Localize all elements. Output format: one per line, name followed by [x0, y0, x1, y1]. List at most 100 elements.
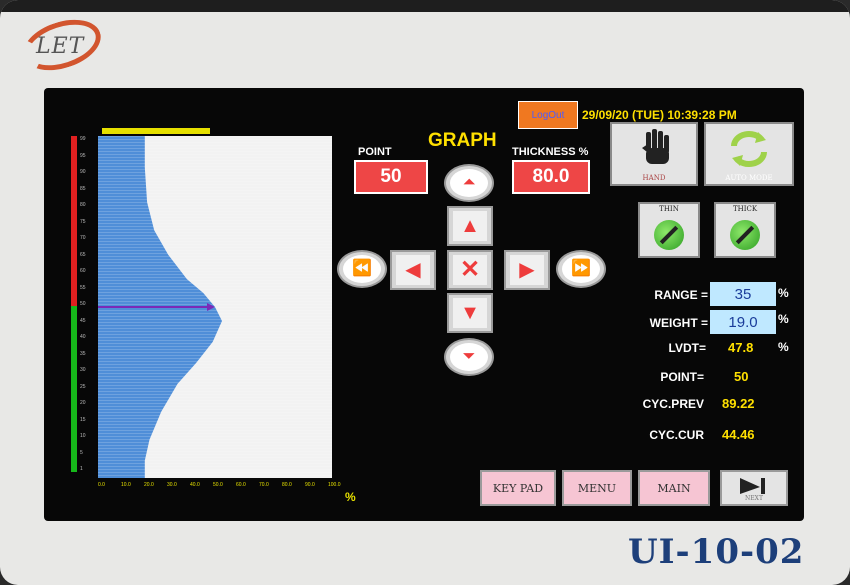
- x-tick-label: 60.0: [236, 482, 246, 488]
- left-button[interactable]: ◀: [390, 250, 436, 290]
- x-tick-label: 100.0: [328, 482, 341, 488]
- hmi-screen: 99 95 90 85 80 75 70 65 60 55 50 45 40 35 30 25 20 15 10 5 1…: [44, 88, 804, 521]
- bezel-top-edge: [0, 0, 850, 12]
- y-tick-label: 50: [80, 301, 86, 307]
- cyc-cur-value: 44.46: [722, 427, 755, 442]
- vertical-level-gauge: [71, 136, 77, 472]
- lvdt-value: 47.8: [728, 340, 754, 355]
- lvdt-label: LVDT=: [668, 341, 706, 355]
- brand-logo: LET: [16, 10, 108, 80]
- double-chevron-up-icon: ⏶: [462, 174, 476, 191]
- double-chevron-down-icon: ⏷: [462, 348, 476, 365]
- y-tick-label: 75: [80, 218, 86, 225]
- thick-label: THICK: [732, 205, 758, 213]
- logout-button[interactable]: LogOut: [518, 101, 578, 129]
- range-label: RANGE =: [654, 288, 708, 302]
- thick-indicator-icon: [730, 220, 760, 250]
- main-button[interactable]: MAIN: [638, 470, 710, 506]
- auto-mode-label: AUTO MODE: [725, 174, 773, 182]
- point-input[interactable]: 50: [354, 160, 428, 194]
- y-tick-label: 25: [80, 383, 86, 390]
- x-axis: % 0.0 10.0 20.0 30.0 40.0 50.0 60.0 70.0 80.0 90.…: [98, 478, 356, 504]
- x-tick-label: 70.0: [259, 482, 269, 488]
- brand-logo-text: LET: [36, 34, 85, 59]
- x-tick-label: 30.0: [167, 482, 177, 488]
- thick-button[interactable]: THICK: [714, 202, 776, 258]
- double-chevron-right-icon: ⏩: [571, 260, 591, 277]
- x-tick-label: 40.0: [190, 482, 200, 488]
- auto-mode-button[interactable]: AUTO MODE: [704, 122, 794, 186]
- fast-down-button[interactable]: ⏷: [444, 338, 494, 376]
- x-tick-label: 0.0: [98, 482, 105, 488]
- next-label: NEXT: [745, 495, 763, 502]
- point-readout-label: POINT=: [660, 370, 704, 384]
- hand-mode-button[interactable]: HAND: [610, 122, 698, 186]
- gauge-red-segment: [71, 136, 77, 306]
- point-readout-value: 50: [734, 369, 749, 384]
- y-tick-label: 85: [80, 185, 86, 192]
- y-tick-label: 90: [80, 169, 86, 175]
- y-tick-label: 99: [80, 136, 86, 142]
- model-label: UI-10-02: [628, 532, 805, 572]
- y-tick-label: 65: [80, 251, 86, 258]
- y-axis: 99 95 90 85 80 75 70 65 60 55 50 45 40 35 30 25 20 15 10 5 1: [78, 136, 98, 472]
- range-unit: %: [778, 286, 789, 300]
- weight-label: WEIGHT =: [649, 316, 708, 330]
- keypad-button[interactable]: KEY PAD: [480, 470, 556, 506]
- hand-mode-label: HAND: [642, 174, 666, 182]
- y-tick-label: 60: [80, 268, 86, 274]
- cyc-cur-label: CYC.CUR: [649, 428, 704, 442]
- y-tick-label: 30: [80, 367, 86, 373]
- top-level-gauge: [102, 128, 210, 134]
- hand-icon: [642, 129, 669, 164]
- thin-indicator-icon: [654, 220, 684, 250]
- close-icon: ✕: [459, 256, 481, 283]
- y-tick-label: 70: [80, 235, 86, 241]
- fast-right-button[interactable]: ⏩: [556, 250, 606, 288]
- arrow-up-icon: ▲: [460, 215, 480, 237]
- arrow-left-icon: ◀: [405, 259, 421, 281]
- profile-graph-svg: [98, 136, 332, 478]
- x-tick-label: 90.0: [305, 482, 315, 488]
- next-button[interactable]: NEXT: [720, 470, 788, 506]
- y-tick-label: 95: [80, 152, 86, 159]
- thin-button[interactable]: THIN: [638, 202, 700, 258]
- skip-next-icon: [740, 478, 765, 494]
- fast-left-button[interactable]: ⏪: [337, 250, 387, 288]
- datetime-display: 29/09/20 (TUE) 10:39:28 PM: [582, 108, 737, 122]
- weight-unit: %: [778, 312, 789, 326]
- down-button[interactable]: ▼: [447, 293, 493, 333]
- thin-label: THIN: [659, 205, 679, 213]
- right-button[interactable]: ▶: [504, 250, 550, 290]
- arrow-down-icon: ▼: [460, 302, 480, 324]
- thickness-input[interactable]: 80.0: [512, 160, 590, 194]
- cycle-arrows-icon: [731, 131, 767, 167]
- page-title: GRAPH: [428, 130, 497, 151]
- y-tick-label: 45: [80, 317, 86, 324]
- cyc-prev-value: 89.22: [722, 396, 755, 411]
- profile-graph: [98, 136, 332, 478]
- lvdt-unit: %: [778, 340, 789, 354]
- y-tick-label: 20: [80, 400, 86, 406]
- y-tick-label: 10: [80, 433, 86, 439]
- y-tick-label: 40: [80, 334, 86, 340]
- thickness-label: THICKNESS %: [512, 146, 589, 158]
- x-tick-label: 10.0: [121, 482, 131, 488]
- double-chevron-left-icon: ⏪: [352, 260, 372, 277]
- cyc-prev-label: CYC.PREV: [642, 397, 704, 411]
- gauge-green-segment: [71, 306, 77, 472]
- range-input[interactable]: 35: [710, 282, 776, 306]
- up-button[interactable]: ▲: [447, 206, 493, 246]
- x-tick-label: 50.0: [213, 482, 223, 488]
- menu-button[interactable]: MENU: [562, 470, 632, 506]
- point-label: POINT: [358, 146, 392, 158]
- y-tick-label: 55: [80, 284, 86, 291]
- fast-up-button[interactable]: ⏶: [444, 164, 494, 202]
- weight-input[interactable]: 19.0: [710, 310, 776, 334]
- y-tick-label: 15: [80, 416, 86, 423]
- x-tick-label: 80.0: [282, 482, 292, 488]
- arrow-right-icon: ▶: [519, 259, 535, 281]
- device-bezel: LET UI-10-02 99 95 90 85 80 75 70 65 60 55 50 45 40 3…: [0, 0, 850, 585]
- stop-button[interactable]: ✕: [447, 250, 493, 290]
- y-tick-label: 80: [80, 202, 86, 208]
